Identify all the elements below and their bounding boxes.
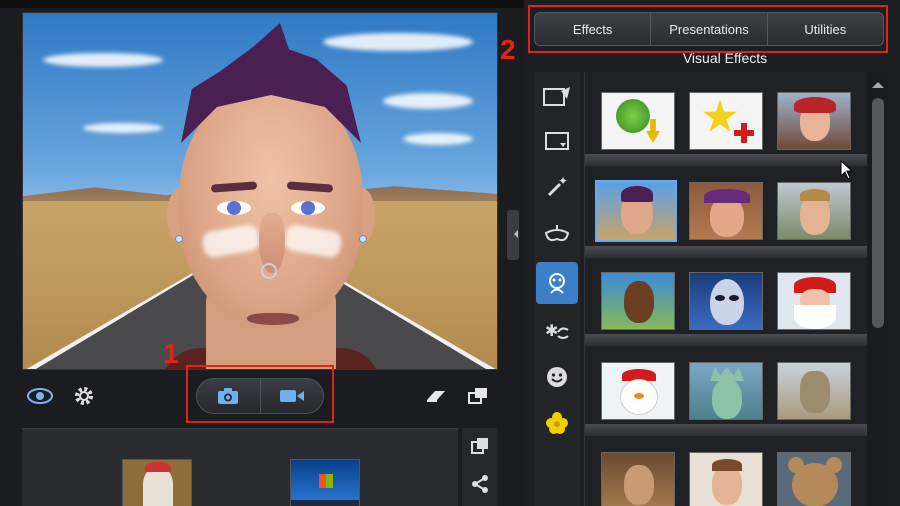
annotation-badge-2: 2 — [500, 34, 516, 65]
effect-thumbnail[interactable] — [601, 452, 675, 506]
eraser-icon[interactable] — [422, 382, 450, 410]
camera-icon — [218, 388, 239, 404]
effect-thumbnail[interactable] — [777, 362, 851, 420]
effect-thumbnail[interactable] — [777, 452, 851, 506]
section-title: Visual Effects — [682, 50, 768, 66]
tab-presentations[interactable]: Presentations — [650, 13, 766, 45]
smiley-icon — [547, 367, 567, 387]
category-avatar[interactable] — [536, 262, 578, 304]
effect-thumbnail[interactable] — [689, 272, 763, 330]
category-mask[interactable] — [536, 214, 578, 256]
gear-icon[interactable] — [70, 382, 98, 410]
tab-utilities[interactable]: Utilities — [766, 13, 883, 45]
effect-thumbnail-selected[interactable] — [595, 180, 677, 242]
gallery-side-toolbar — [462, 428, 498, 506]
avatar-face — [151, 23, 391, 369]
share-icon[interactable] — [466, 470, 494, 498]
effect-thumbnail[interactable] — [601, 92, 675, 150]
category-decorations[interactable] — [536, 402, 578, 444]
gallery-thumbnail[interactable] — [122, 459, 192, 506]
main-tabs: Effects Presentations Utilities — [534, 12, 884, 46]
record-video-button[interactable] — [259, 379, 323, 413]
tab-effects[interactable]: Effects — [535, 13, 650, 45]
particles-icon: ✱ — [545, 321, 569, 340]
svg-text:✦: ✦ — [558, 175, 568, 188]
video-camera-icon — [279, 390, 304, 402]
panel-collapse-handle[interactable] — [507, 210, 519, 260]
capture-button-group — [196, 378, 324, 414]
effect-thumbnail[interactable] — [777, 92, 851, 150]
eye-icon[interactable] — [26, 382, 54, 410]
capture-gallery — [22, 428, 458, 506]
frame-icon — [545, 132, 569, 150]
category-particles[interactable]: ✱ — [536, 310, 578, 352]
effect-thumbnail[interactable] — [601, 362, 675, 420]
scroll-up-arrow-icon[interactable] — [872, 76, 884, 88]
mouse-cursor-icon — [840, 160, 854, 180]
webcam-preview — [22, 12, 498, 370]
mask-icon — [544, 225, 570, 242]
effect-category-bar: ✦ ✱ — [534, 72, 580, 506]
snapshot-button[interactable] — [197, 379, 260, 413]
category-frame[interactable] — [536, 120, 578, 162]
scene-icon — [543, 87, 570, 106]
effects-scrollbar[interactable] — [868, 72, 888, 506]
flower-icon — [546, 412, 568, 434]
category-magic[interactable]: ✦ — [536, 166, 578, 208]
effect-thumbnail[interactable] — [777, 182, 851, 240]
gallery-thumbnail[interactable] — [290, 459, 360, 506]
effect-thumbnail[interactable] — [777, 272, 851, 330]
magic-wand-icon: ✦ — [547, 175, 568, 197]
svg-text:✱: ✱ — [545, 321, 558, 340]
effects-grid — [584, 72, 867, 506]
scroll-thumb[interactable] — [872, 98, 884, 328]
effect-thumbnail[interactable] — [689, 362, 763, 420]
category-emotions[interactable] — [536, 356, 578, 398]
category-scene[interactable] — [536, 76, 578, 118]
effect-thumbnail[interactable] — [689, 452, 763, 506]
avatar-icon — [549, 273, 565, 294]
window-switch-icon[interactable] — [464, 382, 492, 410]
annotation-badge-1: 1 — [163, 338, 179, 369]
effect-thumbnail[interactable] — [601, 272, 675, 330]
effect-thumbnail[interactable] — [689, 182, 763, 240]
effect-thumbnail[interactable] — [689, 92, 763, 150]
copy-icon[interactable] — [466, 432, 494, 460]
